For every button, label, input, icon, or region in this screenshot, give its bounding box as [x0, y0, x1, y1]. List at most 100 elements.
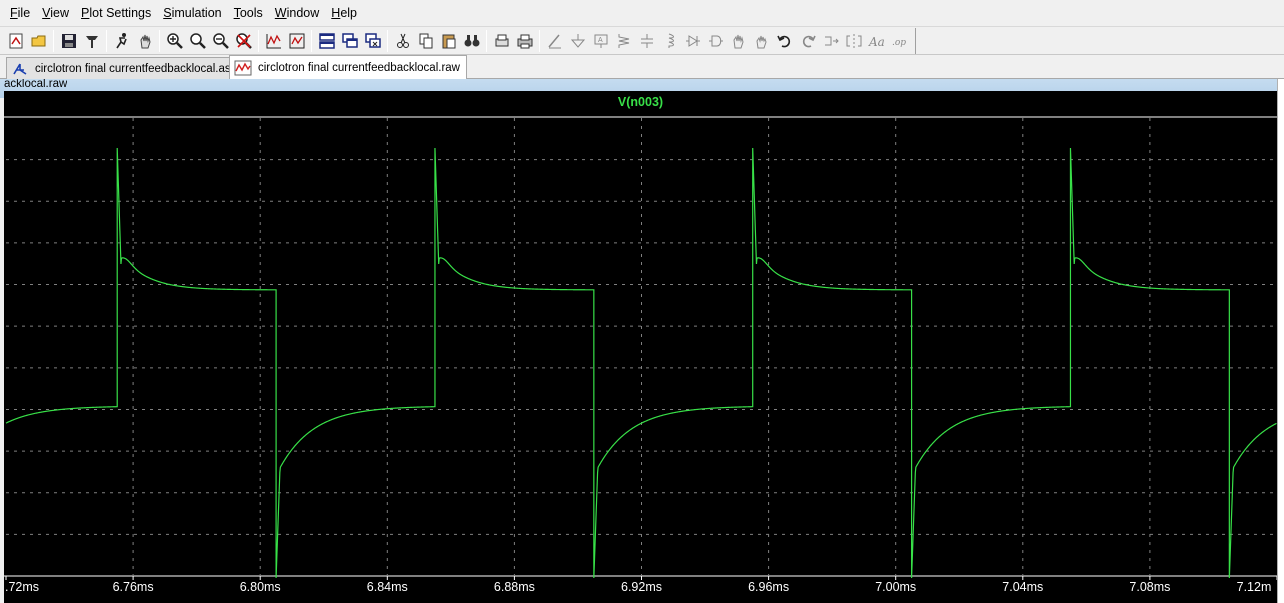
cascade-button[interactable] — [338, 29, 361, 52]
x-tick-label: 6.92ms — [621, 580, 662, 594]
toolbar-separator — [159, 29, 160, 52]
schematic-icon — [13, 63, 27, 75]
x-tick-label: 7.12m — [1236, 580, 1272, 594]
cut-button[interactable] — [391, 29, 414, 52]
svg-text:A: A — [598, 37, 603, 44]
rotate-button[interactable] — [819, 29, 842, 52]
menu-plot-settings[interactable]: Plot Settings — [75, 0, 157, 26]
text-icon: Aa — [868, 35, 885, 49]
zoom-in-icon — [166, 32, 183, 49]
drag-button[interactable] — [750, 29, 773, 52]
toolbar-separator — [53, 29, 54, 52]
menu-simulation[interactable]: Simulation — [157, 0, 227, 26]
zoom-in-button[interactable] — [163, 29, 186, 52]
resistor-icon — [618, 33, 629, 48]
redo-button[interactable] — [796, 29, 819, 52]
halt-button[interactable] — [133, 29, 156, 52]
new-schematic-icon — [9, 33, 22, 48]
zoom-cancel-button[interactable] — [232, 29, 255, 52]
diode-button[interactable] — [681, 29, 704, 52]
move-icon — [732, 34, 744, 48]
text-button[interactable]: Aa — [865, 29, 888, 52]
zoom-out-button[interactable] — [209, 29, 232, 52]
zoom-cancel-icon — [235, 32, 252, 49]
paste-button[interactable] — [437, 29, 460, 52]
component-icon — [708, 35, 723, 46]
plot-canvas[interactable] — [4, 91, 1277, 603]
toolbar: A Aa .op — [0, 26, 1284, 55]
save-icon — [61, 33, 76, 48]
label-button[interactable]: A — [589, 29, 612, 52]
capacitor-icon — [640, 33, 653, 48]
menu-tools[interactable]: Tools — [228, 0, 269, 26]
toolbar-separator — [258, 29, 259, 52]
close-window-icon — [364, 32, 381, 48]
move-button[interactable] — [727, 29, 750, 52]
menu-window[interactable]: Window — [269, 0, 325, 26]
zoom-area-button[interactable] — [186, 29, 209, 52]
menu-view[interactable]: View — [36, 0, 75, 26]
run-icon — [115, 32, 127, 48]
halt-icon — [139, 34, 151, 48]
component-button[interactable] — [704, 29, 727, 52]
autorange-button[interactable] — [262, 29, 285, 52]
print-button[interactable] — [513, 29, 536, 52]
x-tick-label: 7.08ms — [1129, 580, 1171, 594]
x-tick-label: 7.00ms — [875, 580, 917, 594]
ground-button[interactable] — [566, 29, 589, 52]
ground-icon — [570, 33, 585, 48]
undo-icon — [776, 35, 790, 47]
toolbar-separator — [486, 29, 487, 52]
trace-label[interactable]: V(n003) — [4, 95, 1277, 109]
zoom-out-icon — [212, 32, 229, 49]
undo-button[interactable] — [773, 29, 796, 52]
menu-bar: File View Plot Settings Simulation Tools Wind… — [0, 0, 1284, 26]
find-button[interactable] — [460, 29, 483, 52]
trace-v-n003[interactable] — [5, 147, 1277, 579]
menu-file[interactable]: File — [4, 0, 36, 26]
document-tab-bar: circlotron final currentfeedbacklocal.as… — [0, 55, 1284, 79]
tab-schematic[interactable]: circlotron final currentfeedbacklocal.as… — [6, 57, 244, 79]
capacitor-button[interactable] — [635, 29, 658, 52]
fit-button[interactable] — [285, 29, 308, 52]
diode-icon — [685, 34, 700, 47]
tab-waveform[interactable]: circlotron final currentfeedbacklocal.ra… — [229, 55, 467, 79]
inductor-button[interactable] — [658, 29, 681, 52]
mirror-icon — [846, 33, 861, 48]
x-tick-label: 6.96ms — [748, 580, 790, 594]
cut-icon — [396, 33, 409, 48]
wire-button[interactable] — [543, 29, 566, 52]
resistor-button[interactable] — [612, 29, 635, 52]
close-window-button[interactable] — [361, 29, 384, 52]
window-frame — [1277, 79, 1284, 603]
open-button[interactable] — [27, 29, 50, 52]
inductor-icon — [668, 33, 674, 48]
find-icon — [464, 34, 479, 46]
svg-text:.op: .op — [892, 38, 906, 48]
toolbar-separator — [311, 29, 312, 52]
paste-icon — [442, 34, 455, 48]
control-panel-button[interactable] — [80, 29, 103, 52]
tab-label: circlotron final currentfeedbacklocal.as… — [35, 62, 237, 75]
waveform-icon — [234, 60, 252, 75]
cascade-icon — [341, 32, 358, 48]
control-panel-icon — [85, 35, 98, 48]
mirror-button[interactable] — [842, 29, 865, 52]
copy-button[interactable] — [414, 29, 437, 52]
window-title: acklocal.raw — [4, 79, 68, 90]
x-tick-label: 6.84ms — [366, 580, 408, 594]
x-tick-label: 6.88ms — [493, 580, 535, 594]
tile-button[interactable] — [315, 29, 338, 52]
toolbar-separator — [387, 29, 388, 52]
run-button[interactable] — [110, 29, 133, 52]
x-tick-label: 6.76ms — [112, 580, 154, 594]
waveform-plot[interactable]: V(n003) .72ms 6.76ms 6.80ms 6.84ms 6.88ms 6.9… — [4, 91, 1277, 603]
toolbar-end — [915, 27, 916, 54]
spice-directive-button[interactable]: .op — [888, 29, 911, 52]
save-button[interactable] — [57, 29, 80, 52]
print-preview-button[interactable] — [490, 29, 513, 52]
menu-help[interactable]: Help — [325, 0, 363, 26]
x-tick-label: .72ms — [5, 580, 40, 594]
fit-icon — [289, 33, 304, 48]
new-schematic-button[interactable] — [4, 29, 27, 52]
